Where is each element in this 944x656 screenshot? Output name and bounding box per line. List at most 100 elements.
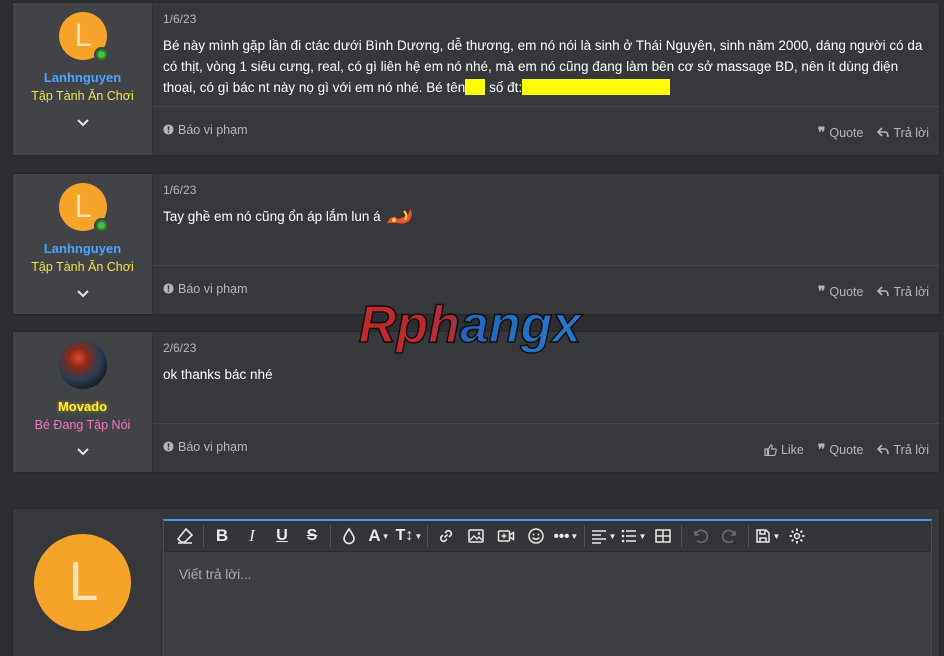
chevron-down-icon[interactable] xyxy=(76,444,90,458)
bold-button[interactable]: B xyxy=(207,524,237,548)
post-user-info: L Lanhnguyen Tập Tành Ăn Chơi xyxy=(13,3,153,155)
reply-icon xyxy=(877,286,890,297)
post-user-info: L Lanhnguyen Tập Tành Ăn Chơi xyxy=(13,174,153,314)
list-icon xyxy=(621,529,636,543)
quote-button[interactable]: ❞ Quote xyxy=(818,124,864,141)
caret-down-icon: ▼ xyxy=(608,531,617,541)
caret-down-icon: ▼ xyxy=(381,531,390,541)
post-text: Tay ghề em nó cũng ổn áp lắm lun á xyxy=(163,209,381,224)
reply-button[interactable]: Trả lời xyxy=(877,126,929,140)
quick-reply: L B I U S A ▼ T↕ ▼ ••• ▼ ▼ ▼ ▼ Viết trả … xyxy=(12,508,940,656)
save-draft-icon xyxy=(755,529,770,543)
reply-placeholder: Viết trả lời... xyxy=(179,567,252,582)
avatar[interactable]: L xyxy=(58,12,109,62)
reply-icon xyxy=(877,127,890,138)
reply-label: Trả lời xyxy=(893,442,929,457)
report-label: Báo vi phạm xyxy=(178,439,248,454)
post-2: L Lanhnguyen Tập Tành Ăn Chơi 1/6/23 Tay… xyxy=(12,173,940,315)
post-main: 1/6/23 Bé này mình gặp lần đi ctác dưới … xyxy=(153,3,939,155)
insert-media-button[interactable] xyxy=(491,524,521,548)
link-icon xyxy=(439,529,453,543)
toolbar-divider xyxy=(748,525,749,547)
italic-button[interactable]: I xyxy=(237,524,267,548)
strikethrough-button[interactable]: S xyxy=(297,524,327,548)
quote-icon: ❞ xyxy=(817,124,826,140)
align-dropdown[interactable]: ▼ xyxy=(588,524,618,548)
toolbar-divider xyxy=(330,525,331,547)
image-icon xyxy=(468,529,484,543)
gear-icon xyxy=(789,528,805,544)
username[interactable]: Lanhnguyen xyxy=(44,70,121,85)
underline-button[interactable]: U xyxy=(267,524,297,548)
insert-table-button[interactable] xyxy=(648,524,678,548)
chevron-down-icon[interactable] xyxy=(76,115,90,129)
reply-button[interactable]: Trả lời xyxy=(877,285,929,299)
clear-format-button[interactable] xyxy=(170,524,200,548)
avatar[interactable]: L xyxy=(58,183,109,233)
quote-button[interactable]: ❞ Quote xyxy=(818,283,864,300)
toolbar-divider xyxy=(681,525,682,547)
avatar[interactable] xyxy=(58,341,107,389)
post-text-phone: số đt: xyxy=(489,80,523,95)
reply-label: Trả lời xyxy=(893,125,929,140)
align-left-icon xyxy=(591,530,606,544)
quote-label: Quote xyxy=(829,442,864,457)
strikethrough-icon: S xyxy=(306,527,318,544)
editor-toolbar: B I U S A ▼ T↕ ▼ ••• ▼ ▼ ▼ ▼ xyxy=(164,521,931,552)
report-icon xyxy=(163,441,174,452)
font-family-dropdown[interactable]: A ▼ xyxy=(364,524,394,548)
bold-icon: B xyxy=(215,526,229,545)
post-body: Tay ghề em nó cũng ổn áp lắm lun á xyxy=(153,197,939,227)
report-link[interactable]: Báo vi phạm xyxy=(163,282,247,296)
avatar-letter: L xyxy=(74,18,91,54)
undo-button[interactable] xyxy=(685,524,715,548)
text-color-button[interactable] xyxy=(334,524,364,548)
post-date[interactable]: 1/6/23 xyxy=(153,174,939,197)
caret-down-icon: ▼ xyxy=(638,531,647,541)
toolbar-divider xyxy=(203,525,204,547)
reply-button[interactable]: Trả lời xyxy=(877,443,929,457)
avatar-letter: L xyxy=(74,189,91,225)
like-button[interactable]: Like xyxy=(764,443,804,457)
redaction-block xyxy=(465,79,486,95)
toolbar-divider xyxy=(584,525,585,547)
quote-label: Quote xyxy=(829,284,864,299)
post-body: ok thanks bác nhé xyxy=(153,355,939,385)
table-icon xyxy=(655,529,671,543)
insert-image-button[interactable] xyxy=(461,524,491,548)
post-main: 1/6/23 Tay ghề em nó cũng ổn áp lắm lun … xyxy=(153,174,939,314)
list-dropdown[interactable]: ▼ xyxy=(618,524,648,548)
username[interactable]: Movado xyxy=(58,399,107,414)
post-date[interactable]: 1/6/23 xyxy=(153,3,939,26)
avatar-letter: L xyxy=(68,552,97,613)
report-label: Báo vi phạm xyxy=(178,281,248,296)
report-link[interactable]: Báo vi phạm xyxy=(163,123,247,137)
watermark-logo: Rphangx xyxy=(358,298,584,355)
font-size-dropdown[interactable]: T↕ ▼ xyxy=(394,524,424,548)
reply-label: Trả lời xyxy=(893,284,929,299)
thumbs-up-icon xyxy=(764,443,777,456)
user-title: Bé Đang Tập Nói xyxy=(34,418,131,432)
insert-smilie-button[interactable] xyxy=(521,524,551,548)
reply-input[interactable]: Viết trả lời... xyxy=(164,552,931,597)
text-size-icon: T↕ xyxy=(395,527,414,544)
username[interactable]: Lanhnguyen xyxy=(44,241,121,256)
current-user-avatar[interactable]: L xyxy=(34,534,131,631)
quote-button[interactable]: ❞ Quote xyxy=(818,441,864,458)
insert-link-button[interactable] xyxy=(431,524,461,548)
drafts-dropdown[interactable]: ▼ xyxy=(752,524,782,548)
quote-label: Quote xyxy=(829,125,864,140)
smiley-icon xyxy=(528,528,544,544)
like-label: Like xyxy=(780,442,804,457)
chevron-down-icon[interactable] xyxy=(76,286,90,300)
report-link[interactable]: Báo vi phạm xyxy=(163,440,247,454)
report-icon xyxy=(163,283,174,294)
redo-button[interactable] xyxy=(715,524,745,548)
caret-down-icon: ▼ xyxy=(570,531,579,541)
reply-editor: B I U S A ▼ T↕ ▼ ••• ▼ ▼ ▼ ▼ Viết trả lờ… xyxy=(163,519,932,656)
more-options-dropdown[interactable]: ••• ▼ xyxy=(551,524,581,548)
post-footer: Báo vi phạm ❞ Quote Trả lời xyxy=(153,106,939,155)
editor-settings-button[interactable] xyxy=(782,524,812,548)
post-footer: Báo vi phạm Like ❞ Quote Trả lời xyxy=(153,423,939,472)
video-icon xyxy=(497,530,515,542)
